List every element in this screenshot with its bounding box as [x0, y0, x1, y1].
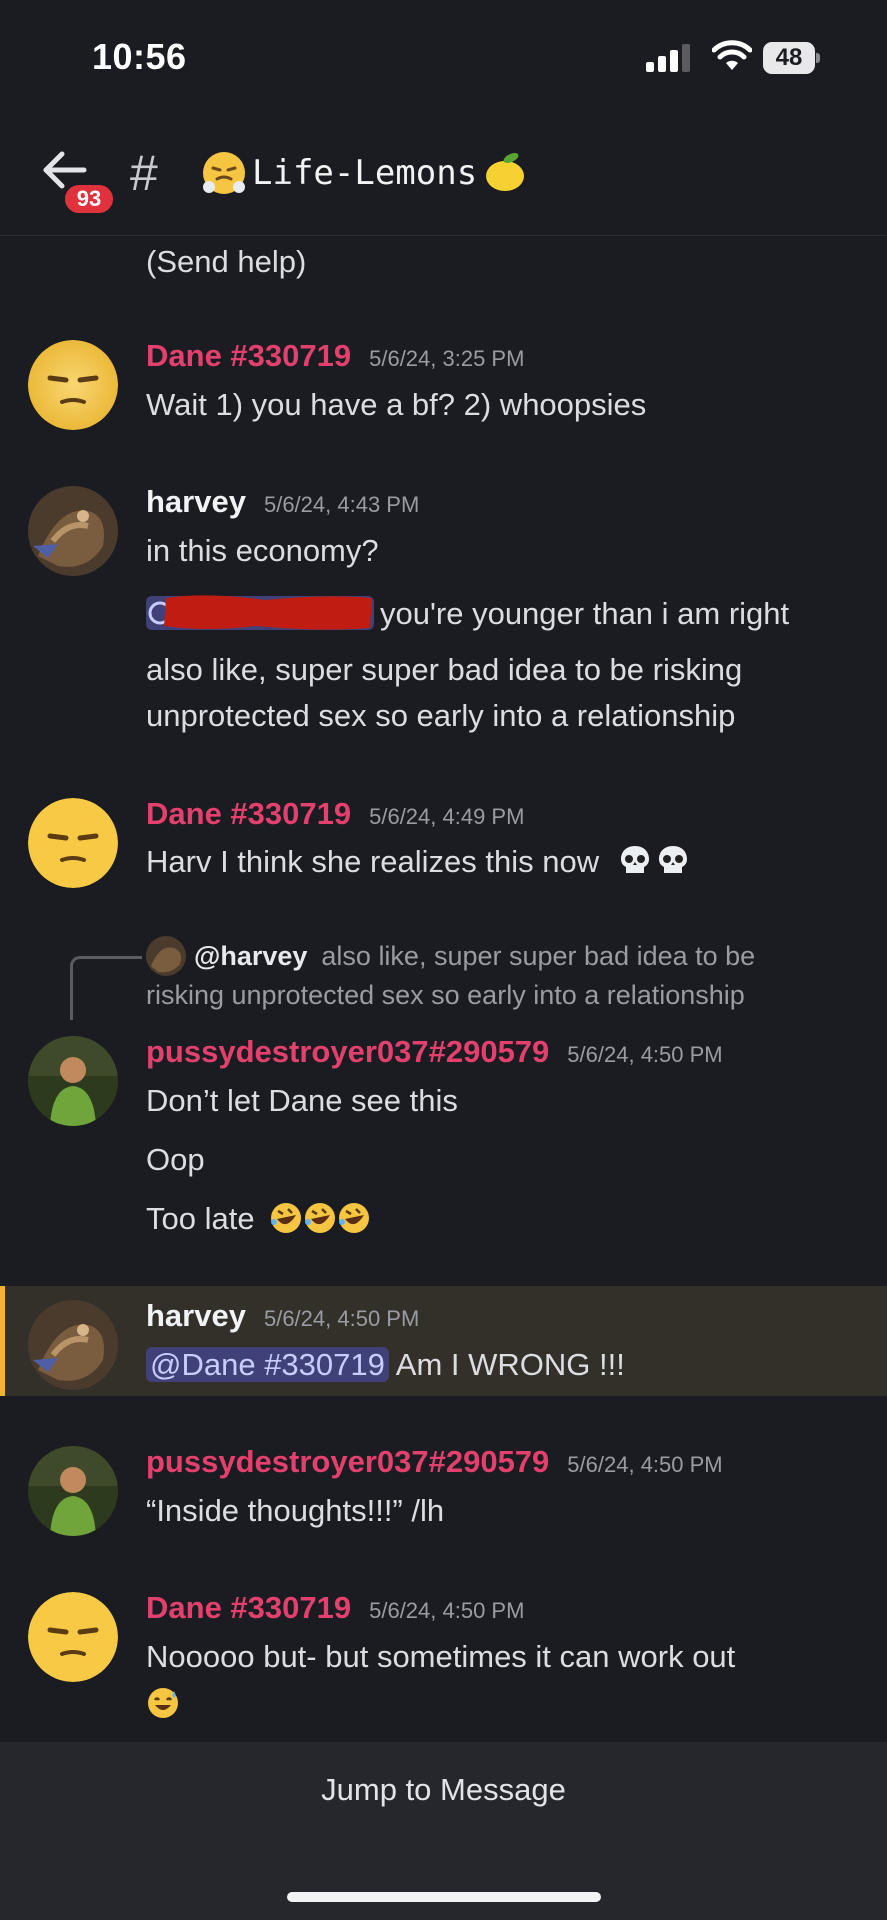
- rofl-emoji: [305, 1203, 336, 1233]
- channel-title[interactable]: Life-Lemons: [200, 148, 529, 198]
- reply-connector: [70, 956, 142, 1020]
- timestamp: 5/6/24, 4:50 PM: [263, 1306, 420, 1331]
- message-text: Harv I think she realizes this now: [146, 844, 600, 879]
- skull-emoji: [620, 846, 649, 873]
- message-text: Don’t let Dane see this: [146, 1083, 458, 1118]
- redacted-mention: [146, 592, 374, 632]
- timestamp: 5/6/24, 4:50 PM: [567, 1452, 723, 1477]
- message-text: also like, super super bad idea to be ri…: [146, 652, 743, 687]
- message-header: Dane #330719 5/6/24, 4:49 PM: [146, 796, 524, 832]
- author-name[interactable]: Dane #330719: [146, 1590, 351, 1626]
- author-name[interactable]: pussydestroyer037#290579: [146, 1444, 549, 1480]
- message-text: you're younger than i am right: [380, 596, 790, 631]
- timestamp: 5/6/24, 4:50 PM: [567, 1042, 723, 1067]
- author-name[interactable]: Dane #330719: [146, 796, 351, 832]
- jump-bar: Jump to Message: [0, 1742, 887, 1920]
- message-header: Dane #330719 5/6/24, 4:50 PM: [146, 1590, 524, 1626]
- author-name[interactable]: Dane #330719: [146, 338, 351, 374]
- message-text-row: Harv I think she realizes this now: [146, 844, 690, 880]
- home-indicator[interactable]: [287, 1892, 601, 1902]
- message-text: “Inside thoughts!!!” /lh: [146, 1493, 445, 1528]
- message-text: (Send help): [146, 244, 307, 279]
- skull-emoji: [658, 846, 687, 873]
- status-bar: 10:56 48: [0, 0, 887, 120]
- harvey-avatar[interactable]: [28, 486, 118, 576]
- rofl-emoji: [339, 1203, 370, 1233]
- message-text-row: @Dane #330719 Am I WRONG !!!: [146, 1347, 625, 1383]
- message-header: harvey 5/6/24, 4:43 PM: [146, 484, 419, 520]
- unamused-face-avatar[interactable]: [28, 1592, 118, 1682]
- timestamp: 5/6/24, 4:43 PM: [263, 492, 420, 517]
- message-text-row: Too late: [146, 1201, 371, 1237]
- signal-icon: [646, 44, 690, 72]
- unread-badge: 93: [62, 182, 116, 216]
- user-mention[interactable]: @Dane #330719: [146, 1347, 389, 1382]
- reply-text: also like, super super bad idea to be: [321, 940, 756, 971]
- reply-text: risking unprotected sex so early into a …: [146, 980, 745, 1010]
- channel-header: 93 # Life-Lemons: [0, 120, 887, 236]
- author-name[interactable]: pussydestroyer037#290579: [146, 1034, 549, 1070]
- timestamp: 5/6/24, 4:49 PM: [369, 804, 525, 829]
- harvey-avatar-small: [146, 936, 186, 976]
- reply-author: @harvey: [194, 940, 308, 971]
- message-header: Dane #330719 5/6/24, 3:25 PM: [146, 338, 524, 374]
- message-text: Too late: [146, 1201, 255, 1236]
- wifi-icon: [712, 40, 752, 70]
- message-header: pussydestroyer037#290579 5/6/24, 4:50 PM: [146, 1444, 723, 1480]
- battery-level: 48: [775, 44, 803, 71]
- message-text: Wait 1) you have a bf? 2) whoopsies: [146, 387, 647, 422]
- hash-icon: #: [130, 145, 158, 201]
- lemon-emoji: [486, 153, 525, 191]
- message-text: unprotected sex so early into a relation…: [146, 698, 736, 733]
- author-name[interactable]: harvey: [146, 484, 246, 520]
- sweat-smile-emoji: [148, 1688, 178, 1718]
- harvey-avatar[interactable]: [28, 1300, 118, 1390]
- message-text: Nooooo but- but sometimes it can work ou…: [146, 1639, 736, 1674]
- message-header: pussydestroyer037#290579 5/6/24, 4:50 PM: [146, 1034, 723, 1070]
- steam-face-emoji: [203, 152, 245, 194]
- discord-screen: 10:56 48 93 # Life-Lemons (Send help) Da…: [0, 0, 887, 1920]
- message-text: Am I WRONG !!!: [395, 1347, 625, 1382]
- pussydestroyer-avatar[interactable]: [28, 1036, 118, 1126]
- message-text: in this economy?: [146, 533, 379, 568]
- timestamp: 5/6/24, 4:50 PM: [369, 1598, 525, 1623]
- status-time: 10:56: [92, 36, 187, 77]
- rofl-emoji: [271, 1203, 302, 1233]
- unamused-face-avatar[interactable]: [28, 798, 118, 888]
- channel-name: Life-Lemons: [252, 153, 478, 193]
- battery-icon: 48: [763, 42, 821, 74]
- unamused-face-avatar[interactable]: [28, 340, 118, 430]
- message-header: harvey 5/6/24, 4:50 PM: [146, 1298, 419, 1334]
- message-text-row: you're younger than i am right: [146, 592, 789, 632]
- jump-to-message-button[interactable]: Jump to Message: [0, 1772, 887, 1808]
- message-text: Oop: [146, 1142, 205, 1177]
- pussydestroyer-avatar[interactable]: [28, 1446, 118, 1536]
- timestamp: 5/6/24, 3:25 PM: [369, 346, 525, 371]
- author-name[interactable]: harvey: [146, 1298, 246, 1334]
- reply-reference[interactable]: @harvey also like, super super bad idea …: [146, 936, 755, 976]
